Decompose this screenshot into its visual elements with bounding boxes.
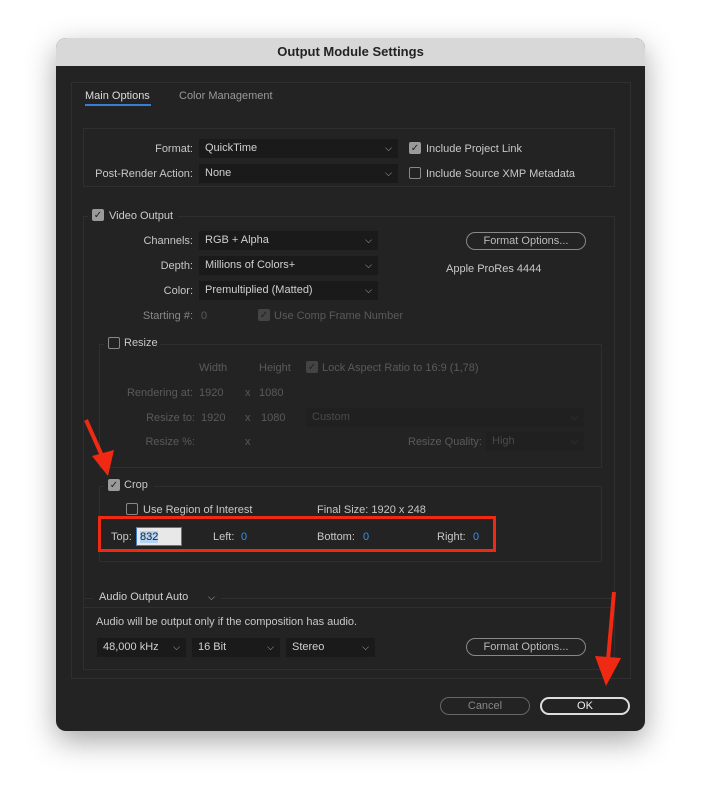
annotation-arrows xyxy=(84,419,621,686)
arrow-to-ok xyxy=(595,591,621,686)
arrow-to-crop xyxy=(84,419,114,476)
